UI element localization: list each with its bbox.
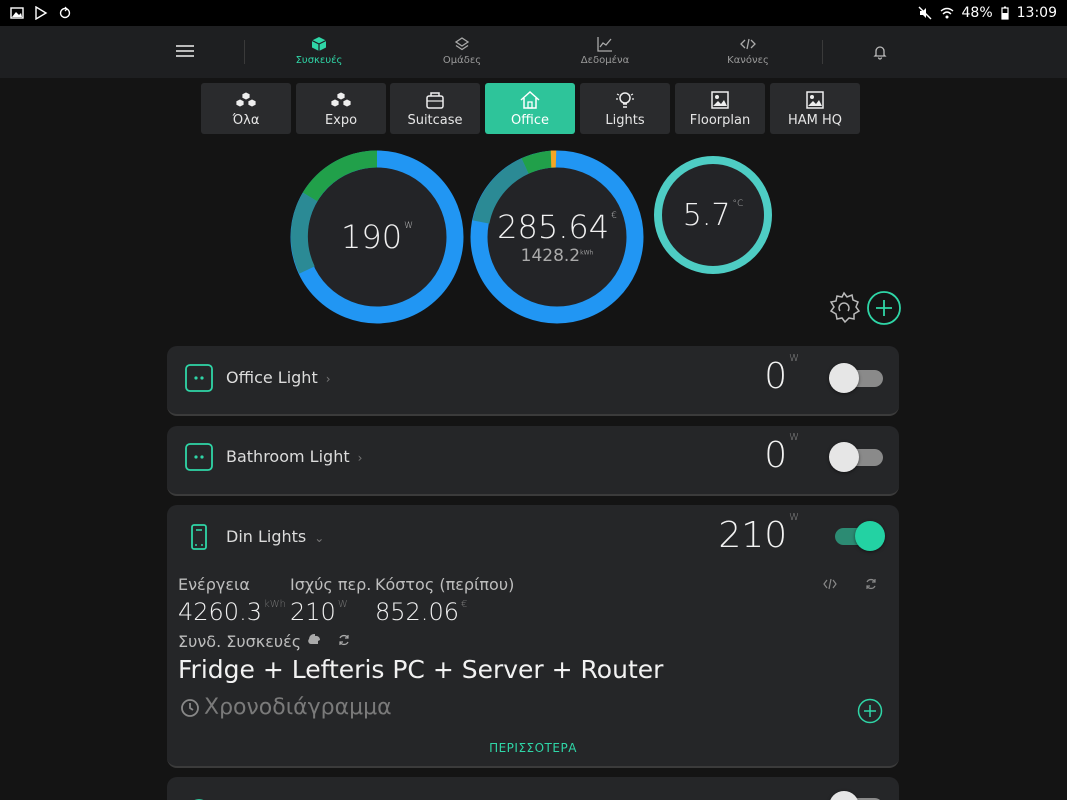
more-button[interactable]: ΠΕΡΙΣΣΟΤΕΡΑ bbox=[167, 741, 899, 755]
linked-devices-list: Fridge + Lefteris PC + Server + Router bbox=[178, 655, 664, 684]
group-tab-suitcase[interactable]: Suitcase bbox=[390, 83, 480, 134]
device-icon bbox=[194, 799, 204, 800]
add-device-button[interactable] bbox=[866, 290, 902, 326]
group-tab-floorplan[interactable]: Floorplan bbox=[675, 83, 765, 134]
device-toggle[interactable] bbox=[829, 442, 885, 472]
device-card-bathroom-light[interactable]: Bathroom Light › 0W bbox=[167, 426, 899, 496]
bell-icon[interactable] bbox=[872, 44, 888, 60]
brain-icon[interactable] bbox=[307, 632, 322, 647]
device-power: 0W bbox=[764, 432, 799, 476]
power-gauge-value: 190 W bbox=[341, 218, 413, 256]
device-power: 0W bbox=[764, 353, 799, 397]
group-tab-all[interactable]: Όλα bbox=[201, 83, 291, 134]
code-icon[interactable] bbox=[823, 577, 837, 591]
tab-rules[interactable]: Κανόνες bbox=[688, 36, 808, 66]
avg-power-value: 210 W bbox=[290, 598, 348, 626]
chevron-right-icon: › bbox=[357, 451, 363, 465]
schedule-row[interactable]: Χρονοδιάγραμμα bbox=[180, 695, 392, 720]
cost-gauge-value: 285.64 € bbox=[497, 208, 617, 246]
nav-divider bbox=[244, 40, 245, 64]
gallery-icon bbox=[10, 7, 24, 19]
group-tab-ham-hq[interactable]: HAM HQ bbox=[770, 83, 860, 134]
chevron-right-icon: › bbox=[325, 372, 331, 386]
clock-icon bbox=[181, 698, 199, 717]
layers-icon bbox=[454, 37, 470, 51]
device-name[interactable]: Bathroom Light › bbox=[226, 447, 362, 466]
device-name[interactable]: Din Lights ⌄ bbox=[226, 527, 324, 546]
cost-value: 852.06 € bbox=[375, 598, 468, 626]
chart-line-icon bbox=[597, 37, 612, 52]
bulb-icon bbox=[616, 92, 634, 108]
socket-icon bbox=[185, 364, 213, 392]
tab-data[interactable]: Δεδομένα bbox=[545, 36, 665, 66]
image-icon bbox=[806, 91, 824, 109]
linked-devices-label: Συνδ. Συσκευές bbox=[178, 632, 302, 651]
device-card-din-lights[interactable]: Din Lights ⌄ 210 W Ενέργεια Ισχύς περ. Κόσ… bbox=[167, 505, 899, 768]
device-name[interactable]: Office Light › bbox=[226, 368, 331, 387]
status-bar: 48% 13:09 bbox=[0, 0, 1067, 26]
energy-label: Ενέργεια bbox=[178, 575, 250, 594]
mute-icon bbox=[918, 6, 932, 20]
suitcase-icon bbox=[426, 92, 444, 109]
group-tab-expo[interactable]: Expo bbox=[296, 83, 386, 134]
battery-percent: 48% bbox=[961, 5, 993, 21]
chevron-down-icon: ⌄ bbox=[314, 531, 325, 545]
temperature-gauge[interactable]: 5.7 °C bbox=[652, 154, 774, 276]
wifi-icon bbox=[940, 7, 953, 19]
code-icon bbox=[740, 38, 756, 50]
cube-icon bbox=[311, 37, 327, 51]
group-tab-lights[interactable]: Lights bbox=[580, 83, 670, 134]
battery-icon bbox=[1001, 6, 1009, 20]
hamburger-menu-button[interactable] bbox=[176, 44, 196, 60]
socket-icon bbox=[185, 443, 213, 471]
din-meter-icon bbox=[191, 524, 207, 550]
settings-gear-button[interactable] bbox=[826, 290, 862, 326]
device-toggle[interactable] bbox=[829, 791, 885, 800]
play-store-icon bbox=[35, 6, 48, 20]
device-toggle[interactable] bbox=[829, 521, 885, 551]
tab-groups[interactable]: Ομάδες bbox=[402, 36, 522, 66]
avg-power-label: Ισχύς περ. bbox=[290, 575, 372, 594]
home-icon bbox=[520, 91, 540, 109]
cubes-icon bbox=[330, 91, 352, 108]
device-card-partial[interactable] bbox=[167, 777, 899, 800]
cubes-icon bbox=[235, 91, 257, 108]
sync-icon bbox=[59, 6, 71, 19]
clock: 13:09 bbox=[1016, 5, 1057, 21]
tab-devices[interactable]: Συσκευές bbox=[259, 36, 379, 66]
nav-divider bbox=[822, 40, 823, 64]
top-navigation: Συσκευές Ομάδες Δεδομένα Κανόνες bbox=[0, 26, 1067, 78]
cost-label: Κόστος (περίπου) bbox=[375, 575, 515, 594]
cost-gauge[interactable]: 285.64 € 1428.2kWh bbox=[470, 150, 644, 324]
device-power: 210 W bbox=[718, 512, 799, 556]
refresh-icon[interactable] bbox=[337, 633, 351, 647]
power-gauge[interactable]: 190 W bbox=[290, 150, 464, 324]
refresh-icon[interactable] bbox=[864, 577, 878, 591]
device-toggle[interactable] bbox=[829, 363, 885, 393]
device-card-office-light[interactable]: Office Light › 0W bbox=[167, 346, 899, 416]
schedule-label: Χρονοδιάγραμμα bbox=[204, 695, 392, 720]
add-schedule-button[interactable] bbox=[857, 698, 883, 724]
energy-gauge-value: 1428.2kWh bbox=[520, 246, 594, 266]
group-tab-office[interactable]: Office bbox=[485, 83, 575, 134]
energy-value: 4260.3 kWh bbox=[178, 598, 287, 626]
temperature-value: 5.7 °C bbox=[682, 197, 744, 233]
image-icon bbox=[711, 91, 729, 109]
